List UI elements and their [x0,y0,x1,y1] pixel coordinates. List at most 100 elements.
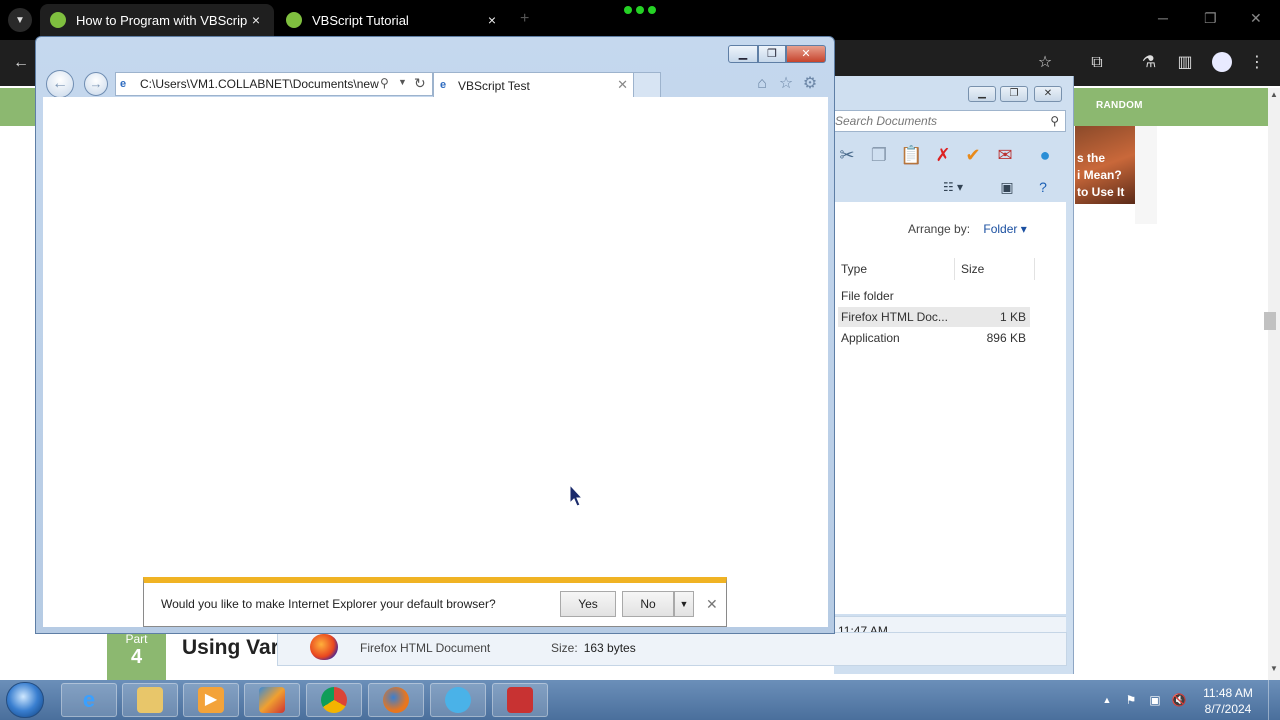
ie-maximize-button[interactable]: ❐ [758,45,786,63]
show-desktop-button[interactable] [1268,680,1280,720]
random-nav-link[interactable]: RANDOM [1096,100,1143,111]
page-icon: e [120,78,127,90]
firefox-document-icon [310,634,338,660]
menu-kebab-icon[interactable]: ⋮ [1246,52,1268,74]
home-icon[interactable]: ⌂ [752,74,772,94]
folder-icon [137,687,163,713]
page-scrollbar[interactable] [1268,88,1280,680]
explorer-toolbar: ✂ ❐ 📋 ✗ ✔ ✉ ● [834,138,1066,172]
address-url[interactable]: C:\Users\VM1.COLLABNET\Documents\new [140,77,380,91]
taskbar-colorful-app[interactable] [430,683,486,717]
taskbar-toolbox[interactable] [492,683,548,717]
column-header-size[interactable]: Size [961,262,984,276]
taskbar-windows-explorer[interactable] [122,683,178,717]
taskbar-chrome[interactable] [306,683,362,717]
scroll-down-icon[interactable]: ▼ [1268,664,1280,673]
extensions-icon[interactable]: ⧉ [1086,52,1108,74]
taskbar-paint[interactable] [244,683,300,717]
thumbnail-text: s the [1077,151,1106,165]
taskbar-internet-explorer[interactable]: e [61,683,117,717]
file-size: 1 KB [999,310,1026,324]
refresh-icon[interactable]: ↻ [414,75,426,92]
favorites-star-icon[interactable]: ☆ [776,74,796,94]
taskbar-firefox[interactable] [368,683,424,717]
explorer-window: ▁ ❐ ✕ Search Documents ⚲ ✂ ❐ 📋 ✗ ✔ ✉ ● ☷… [834,76,1074,674]
checkmark-icon[interactable]: ✔ [962,144,984,166]
address-dropdown-icon[interactable]: ▼ [398,77,407,87]
ie-address-bar[interactable]: e C:\Users\VM1.COLLABNET\Documents\new ⚲… [115,72,433,96]
network-icon[interactable]: ▣ [1146,692,1164,708]
column-header-type[interactable]: Type [841,262,867,276]
view-options-icon[interactable]: ☷ ▾ [942,176,964,198]
file-row[interactable]: Application 896 KB [838,328,1030,348]
toolbox-icon [507,687,533,713]
ie-tab-vbscript-test[interactable]: e VBScript Test ✕ [433,72,635,97]
scroll-up-icon[interactable]: ▲ [1268,90,1280,99]
action-center-flag-icon[interactable]: ⚑ [1122,692,1140,708]
close-tab-icon[interactable]: × [484,12,500,28]
clock-time: 11:48 AM [1203,686,1253,700]
thumbnail-card [1135,126,1157,224]
volume-muted-icon[interactable]: 🔇 [1170,692,1188,708]
new-tab-button[interactable]: + [520,10,529,28]
internet-explorer-window: ▁ ❐ ✕ ← → e C:\Users\VM1.COLLABNET\Docum… [35,36,835,634]
ie-minimize-button[interactable]: ▁ [728,45,758,63]
close-tab-icon[interactable]: × [248,12,264,28]
preview-pane-icon[interactable]: ▣ [996,176,1018,198]
notification-close-icon[interactable]: ✕ [706,596,718,613]
ie-tab-title: VBScript Test [458,79,530,93]
globe-icon[interactable]: ● [1034,144,1056,166]
file-row-selected[interactable]: Firefox HTML Doc... 1 KB [838,307,1030,327]
no-button[interactable]: No [622,591,674,617]
arrange-label: Arrange by: [908,222,971,236]
search-documents-input[interactable]: Search Documents ⚲ [834,110,1066,132]
article-thumbnail[interactable]: s the i Mean? to Use It [1075,126,1135,204]
close-window-icon[interactable]: ✕ [1250,10,1262,27]
copy-icon[interactable]: ❐ [868,144,890,166]
side-panel-icon[interactable]: ▥ [1174,52,1196,74]
arrange-dropdown[interactable]: Folder ▾ [983,222,1026,236]
chrome-tab-inactive[interactable]: VBScript Tutorial × [276,4,510,36]
paste-clipboard-icon[interactable]: 📋 [900,144,922,166]
start-orb-icon[interactable] [6,682,44,718]
yes-button[interactable]: Yes [560,591,616,617]
restore-window-icon[interactable]: ❐ [1204,10,1217,27]
column-separator[interactable] [954,258,955,280]
ie-close-button[interactable]: ✕ [786,45,826,63]
ie-forward-arrow-icon[interactable]: → [84,72,108,96]
no-options-dropdown-icon[interactable]: ▼ [674,591,694,617]
back-arrow-icon[interactable]: ← [10,52,32,74]
ie-new-tab-button[interactable] [633,72,661,97]
column-separator[interactable] [1034,258,1035,280]
taskbar-clock[interactable]: 11:48 AM 8/7/2024 [1198,685,1258,717]
address-search-icon[interactable]: ⚲ [380,76,389,90]
profile-avatar[interactable] [1212,52,1232,72]
explorer-close-button[interactable]: ✕ [1034,86,1062,102]
search-icon[interactable]: ⚲ [1050,114,1059,128]
file-list: Arrange by: Folder ▾ Type Size File fold… [834,202,1066,614]
show-hidden-icons-icon[interactable]: ▲ [1098,692,1116,708]
explorer-minimize-button[interactable]: ▁ [968,86,996,102]
details-file-type: Firefox HTML Document [360,641,491,655]
ie-back-arrow-icon[interactable]: ← [46,70,74,98]
delete-icon[interactable]: ✗ [932,144,954,166]
recording-indicator-icon [624,6,656,16]
scrollbar-thumb[interactable] [1264,312,1276,330]
minimize-window-icon[interactable]: ─ [1158,10,1168,26]
cut-scissors-icon[interactable]: ✂ [836,144,858,166]
part-number: 4 [130,646,143,668]
taskbar-media-player[interactable]: ▶ [183,683,239,717]
chrome-tab-title: How to Program with VBScrip [76,12,248,28]
bookmark-star-icon[interactable]: ☆ [1034,52,1056,74]
tab-list-button[interactable]: ▼ [8,8,32,32]
explorer-maximize-button[interactable]: ❐ [1000,86,1028,102]
help-icon[interactable]: ? [1032,176,1054,198]
arrange-value: Folder [983,222,1018,236]
email-icon[interactable]: ✉ [994,144,1016,166]
chrome-tab-active[interactable]: How to Program with VBScrip × [40,4,274,36]
file-row[interactable]: File folder [838,286,1030,306]
labs-flask-icon[interactable]: ⚗ [1138,52,1160,74]
tools-gear-icon[interactable]: ⚙ [800,74,820,94]
file-type: Application [841,331,900,345]
ie-tab-close-icon[interactable]: ✕ [617,77,628,93]
